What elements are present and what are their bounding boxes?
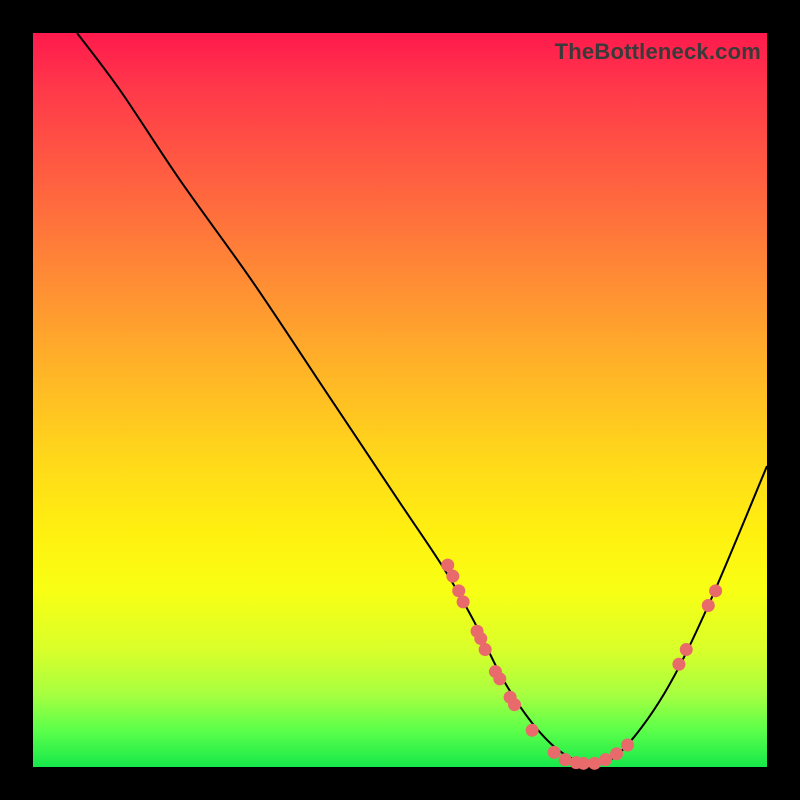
data-marker (508, 698, 521, 711)
data-marker (621, 738, 634, 751)
data-marker (680, 643, 693, 656)
plot-area: TheBottleneck.com (33, 33, 767, 767)
data-marker (446, 570, 459, 583)
data-marker (559, 753, 572, 766)
data-marker (672, 658, 685, 671)
bottleneck-curve-svg (33, 33, 767, 767)
data-marker (702, 599, 715, 612)
data-marker (493, 672, 506, 685)
data-marker (457, 595, 470, 608)
data-marker (526, 724, 539, 737)
marker-group (441, 559, 722, 770)
chart-frame: TheBottleneck.com (0, 0, 800, 800)
data-marker (599, 753, 612, 766)
data-marker (709, 584, 722, 597)
data-marker (610, 747, 623, 760)
data-marker (588, 757, 601, 770)
data-marker (479, 643, 492, 656)
data-marker (548, 746, 561, 759)
bottleneck-curve (77, 33, 767, 763)
